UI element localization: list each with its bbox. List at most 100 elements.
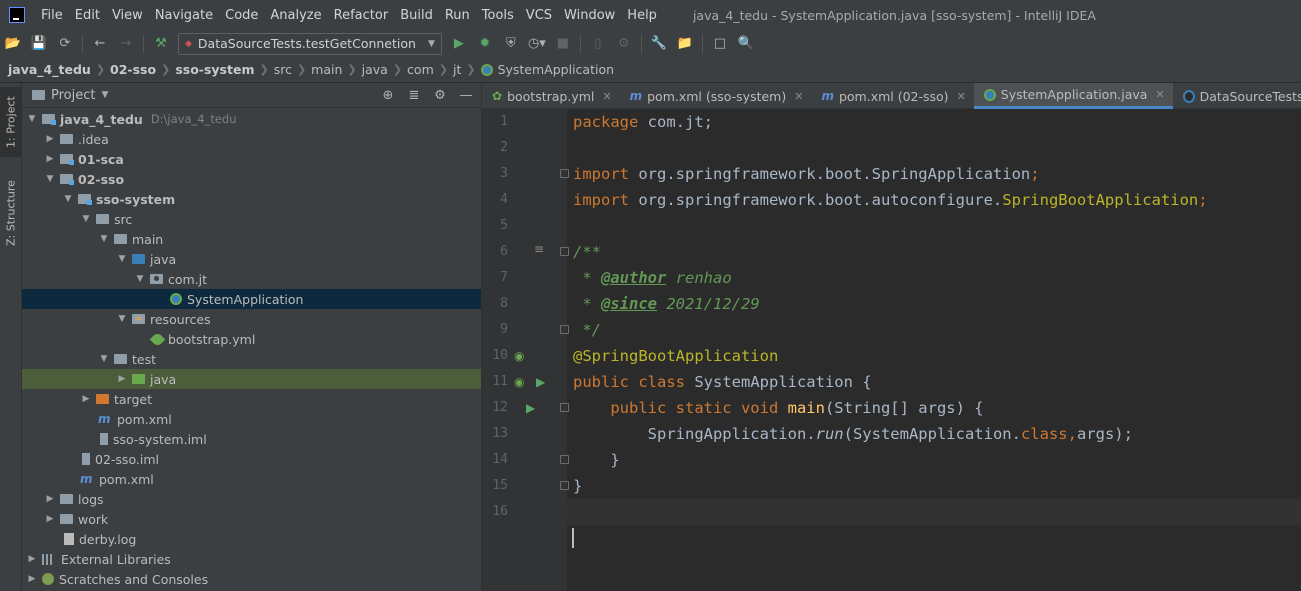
tab-pom-02-sso[interactable]: m pom.xml (02-sso) ✕ [811,83,973,109]
tree-node-02-sso[interactable]: ▼ 02-sso [22,169,481,189]
tree-node-root[interactable]: ▼ java_4_tedu D:\java_4_tedu [22,109,481,129]
tab-pom-sso-system[interactable]: m pom.xml (sso-system) ✕ [620,83,812,109]
gear-icon[interactable]: ⚙ [429,88,451,103]
tree-node-work[interactable]: ▶ work [22,509,481,529]
tree-node-java[interactable]: ▼ java [22,249,481,269]
spring-bean-icon[interactable]: ◉ [514,349,524,363]
code-editor[interactable]: package com.jt; import org.springframewo… [567,109,1301,591]
coverage-icon[interactable]: ⛨ [498,33,524,55]
menu-run[interactable]: Run [439,8,476,23]
tree-node-test-java[interactable]: ▶ java [22,369,481,389]
tree-node-test[interactable]: ▼ test [22,349,481,369]
tab-bootstrap-yml[interactable]: ✿ bootstrap.yml ✕ [482,83,620,109]
menu-code[interactable]: Code [219,8,264,23]
menu-edit[interactable]: Edit [69,8,106,23]
tab-system-application[interactable]: SystemApplication.java ✕ [973,83,1173,109]
run-configuration-select[interactable]: ◆ DataSourceTests.testGetConnetion ▼ [178,32,442,55]
tree-node-pom-02-sso[interactable]: m pom.xml [22,469,481,489]
run-icon[interactable]: ▶ [446,33,472,55]
breadcrumb-item[interactable]: sso-system [175,62,254,77]
menu-file[interactable]: File [35,8,69,23]
collapsed-arrow-icon[interactable]: ▶ [26,574,38,584]
terminal-window-icon[interactable]: □ [707,33,733,55]
tree-node-idea[interactable]: ▶ .idea [22,129,481,149]
expanded-arrow-icon[interactable]: ▼ [80,214,92,224]
tree-node-external-libraries[interactable]: ▶ External Libraries [22,549,481,569]
menu-window[interactable]: Window [558,8,621,23]
menu-view[interactable]: View [106,8,149,23]
doc-render-icon[interactable]: ≡ [534,242,544,256]
tree-node-logs[interactable]: ▶ logs [22,489,481,509]
build-hammer-icon[interactable]: ⚒ [148,33,174,55]
sync-icon[interactable]: ⟳ [52,33,78,55]
tree-node-bootstrap-yml[interactable]: bootstrap.yml [22,329,481,349]
tree-node-resources[interactable]: ▼ resources [22,309,481,329]
hide-panel-icon[interactable]: — [455,88,477,103]
device-icon[interactable]: ▯ [585,33,611,55]
tree-node-01-sca[interactable]: ▶ 01-sca [22,149,481,169]
tree-node-main[interactable]: ▼ main [22,229,481,249]
breadcrumb-item[interactable]: main [311,62,342,77]
spring-bean-icon[interactable]: ◉ [514,375,524,389]
stop-icon[interactable]: ■ [550,33,576,55]
tree-node-src[interactable]: ▼ src [22,209,481,229]
collapsed-arrow-icon[interactable]: ▶ [44,134,56,144]
breadcrumb-item[interactable]: src [274,62,292,77]
collapsed-arrow-icon[interactable]: ▶ [80,394,92,404]
breadcrumb-item[interactable]: java [362,62,388,77]
expanded-arrow-icon[interactable]: ▼ [116,254,128,264]
breadcrumb-item[interactable]: com [407,62,434,77]
expanded-arrow-icon[interactable]: ▼ [26,114,38,124]
project-panel-title[interactable]: Project [51,88,95,103]
tree-node-sso-system[interactable]: ▼ sso-system [22,189,481,209]
menu-vcs[interactable]: VCS [520,8,558,23]
collapsed-arrow-icon[interactable]: ▶ [44,154,56,164]
breadcrumb-item[interactable]: jt [453,62,461,77]
close-icon[interactable]: ✕ [602,90,611,103]
expanded-arrow-icon[interactable]: ▼ [116,314,128,324]
close-icon[interactable]: ✕ [957,90,966,103]
chevron-down-icon[interactable]: ▼ [101,90,108,100]
tree-node-scratches[interactable]: ▶ Scratches and Consoles [22,569,481,589]
project-structure-icon[interactable]: 📁 [672,33,698,55]
collapsed-arrow-icon[interactable]: ▶ [44,514,56,524]
tree-node-sso-system-iml[interactable]: sso-system.iml [22,429,481,449]
profile-icon[interactable]: ◷▾ [524,33,550,55]
wrench-settings-icon[interactable]: 🔧 [646,33,672,55]
tree-node-pom-sso-system[interactable]: m pom.xml [22,409,481,429]
collapsed-arrow-icon[interactable]: ▶ [26,554,38,564]
collapse-all-icon[interactable]: ≣ [403,88,425,103]
project-tool-tab[interactable]: 1: Project [0,87,22,157]
close-icon[interactable]: ✕ [1155,88,1164,101]
collapsed-arrow-icon[interactable]: ▶ [44,494,56,504]
save-all-icon[interactable]: 💾 [26,33,52,55]
expanded-arrow-icon[interactable]: ▼ [98,234,110,244]
expanded-arrow-icon[interactable]: ▼ [98,354,110,364]
open-folder-icon[interactable]: 📂 [0,33,26,55]
collapsed-arrow-icon[interactable]: ▶ [116,374,128,384]
menu-refactor[interactable]: Refactor [328,8,395,23]
attach-icon[interactable]: ⚙ [611,33,637,55]
close-icon[interactable]: ✕ [794,90,803,103]
structure-tool-tab[interactable]: Z: Structure [0,173,22,253]
expanded-arrow-icon[interactable]: ▼ [134,274,146,284]
expanded-arrow-icon[interactable]: ▼ [44,174,56,184]
breadcrumb-item[interactable]: java_4_tedu [8,62,91,77]
back-icon[interactable]: ← [87,33,113,55]
debug-icon[interactable]: ✹ [472,33,498,55]
tree-node-02-sso-iml[interactable]: 02-sso.iml [22,449,481,469]
expanded-arrow-icon[interactable]: ▼ [62,194,74,204]
run-gutter-icon[interactable]: ▶ [536,375,545,389]
search-icon[interactable]: 🔍 [733,33,759,55]
locate-target-icon[interactable]: ⊕ [377,88,399,103]
tree-node-target[interactable]: ▶ target [22,389,481,409]
tree-node-derby-log[interactable]: derby.log [22,529,481,549]
tab-datasource-tests[interactable]: DataSourceTests.java [1173,83,1301,109]
menu-help[interactable]: Help [621,8,663,23]
breadcrumb-item[interactable]: SystemApplication [498,62,614,77]
tree-node-system-application[interactable]: SystemApplication [22,289,481,309]
menu-tools[interactable]: Tools [476,8,520,23]
tree-node-com-jt[interactable]: ▼ com.jt [22,269,481,289]
menu-analyze[interactable]: Analyze [264,8,327,23]
run-gutter-icon[interactable]: ▶ [526,401,535,415]
